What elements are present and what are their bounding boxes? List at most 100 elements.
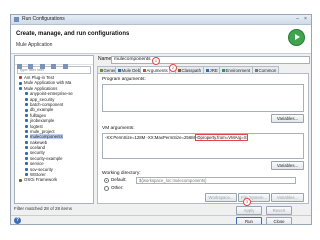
config-tree-panel: type filter text Ant Plug-in Test Mule Ap…	[14, 55, 94, 204]
close-button[interactable]: Close	[266, 217, 292, 224]
launch-config-icon	[19, 81, 22, 85]
title-bar: Run Configurations – ×	[11, 15, 311, 25]
annotation-marker: 1	[152, 57, 160, 65]
duplicate-icon[interactable]	[28, 64, 34, 69]
launch-config-icon	[25, 151, 28, 155]
tree-item-label: mulecomponents	[30, 134, 63, 140]
tree-item-label: oceland	[30, 145, 46, 151]
window-icon	[14, 17, 19, 22]
window-title: Run Configurations	[22, 16, 65, 22]
minimize-icon[interactable]: –	[294, 16, 301, 22]
launch-config-icon	[25, 108, 28, 112]
tree-item-label: fulltagex	[30, 112, 47, 118]
tab-icon	[99, 69, 103, 73]
run-button[interactable]: Run	[236, 217, 262, 224]
config-tree: Ant Plug-in Test Mule Application with Ma…	[15, 75, 93, 183]
launch-config-icon	[25, 162, 28, 166]
collapse-all-icon[interactable]	[51, 64, 57, 69]
revert-button[interactable]: Revert	[266, 206, 292, 215]
tree-item-label: security-example	[30, 155, 63, 161]
tab-icon	[117, 69, 121, 73]
working-dir-variables-button[interactable]: Variables...	[271, 193, 304, 202]
launch-config-icon	[25, 92, 28, 96]
run-configurations-dialog: Run Configurations – × Create, manage, a…	[10, 14, 312, 225]
launch-config-icon	[19, 76, 22, 80]
launch-config-icon	[25, 146, 28, 150]
program-args-textarea[interactable]	[102, 84, 304, 112]
annotation-marker: 2	[169, 64, 177, 72]
header-title: Create, manage, and run configurations	[16, 31, 130, 37]
tree-item-label: service	[30, 161, 44, 167]
tree-item-label: OSGi Framework	[24, 177, 58, 183]
tree-item-label: Ant Plug-in Test	[24, 75, 55, 80]
tab-classpath[interactable]: Classpath	[175, 66, 204, 73]
tree-item-label: Mule Application with Ma	[24, 80, 72, 86]
new-config-icon[interactable]	[17, 64, 22, 69]
default-dir-field: ${workspace_loc:mulecomponents}	[136, 177, 296, 184]
launch-config-icon	[25, 130, 28, 134]
program-args-label: Program arguments:	[102, 77, 146, 82]
tab-icon	[205, 69, 209, 73]
vm-variables-button[interactable]: Variables...	[271, 161, 304, 170]
name-input[interactable]: mulecomponents	[111, 56, 310, 64]
tree-item-label: batch-component	[30, 101, 64, 107]
tree-item-label: jirobexample	[30, 118, 55, 124]
config-tabs: General Mule Debugger Arguments Classpath JR…	[97, 66, 309, 74]
arguments-panel: Program arguments: Variables... VM argum…	[97, 73, 309, 204]
tab-common[interactable]: Common	[252, 66, 279, 73]
delete-icon[interactable]	[39, 64, 45, 69]
config-editor: Name: mulecomponents General Mule Debugge…	[97, 55, 310, 204]
launch-config-icon	[25, 140, 28, 144]
annotation-marker: 3	[243, 198, 251, 206]
filter-icon[interactable]	[62, 64, 68, 69]
default-label: Default:	[111, 177, 127, 182]
launch-config-icon	[25, 113, 28, 117]
tab-jre[interactable]: JRE	[203, 66, 221, 73]
launch-config-icon	[25, 103, 28, 107]
tab-icon	[221, 69, 225, 73]
vm-args-textarea[interactable]: -XX:PermSize=128M -XX:MaxPermSize=256M -…	[102, 133, 304, 159]
header-subtitle: Mule Application	[16, 42, 53, 48]
default-radio[interactable]	[104, 178, 109, 183]
tree-item-label: logtest	[30, 123, 43, 129]
other-radio[interactable]	[104, 186, 109, 191]
tree-item-label: db_example	[30, 107, 54, 113]
tree-item-label: security	[30, 150, 45, 156]
tree-item-label: nakeweb	[30, 139, 48, 145]
name-row: Name: mulecomponents	[97, 56, 310, 64]
vm-args-text: -XX:PermSize=128M -XX:MaxPermSize=256M	[105, 135, 195, 140]
launch-config-icon	[25, 119, 28, 123]
apply-button[interactable]: Apply	[236, 206, 262, 215]
tree-item-label: app_security	[30, 96, 55, 102]
vm-args-highlight: -Dproperty.from=VMArg=S	[195, 134, 248, 141]
launch-config-icon	[25, 167, 28, 171]
launch-config-icon	[25, 135, 28, 139]
launch-config-icon	[25, 97, 28, 101]
tree-item-label: Mule Applications	[24, 85, 58, 91]
run-banner-icon	[288, 29, 305, 46]
dialog-header: Create, manage, and run configurations M…	[11, 25, 311, 54]
vm-args-label: VM arguments:	[102, 126, 135, 131]
launch-config-icon	[25, 157, 28, 161]
filter-status: Filter matched 28 of 28 items	[14, 206, 73, 211]
launch-config-icon	[25, 124, 28, 128]
tree-toolbar	[15, 56, 93, 69]
tree-item[interactable]: OSGi Framework	[15, 177, 93, 182]
working-dir-label: Working directory:	[102, 171, 141, 176]
program-variables-button[interactable]: Variables...	[271, 114, 304, 123]
close-icon[interactable]: ×	[302, 16, 309, 22]
launch-config-icon	[19, 86, 22, 90]
other-label: Other:	[111, 185, 124, 190]
launch-config-icon	[19, 178, 22, 182]
tab-icon	[142, 69, 146, 73]
tab-environment[interactable]: Environment	[219, 66, 253, 73]
tree-item-label: sov-security	[30, 166, 53, 172]
tab-icon	[177, 69, 181, 73]
tree-item-label: WStorer	[30, 172, 46, 178]
help-icon[interactable]: ?	[14, 217, 21, 224]
tree-item-label: mule_project	[30, 128, 55, 134]
tree-item-label: anypoint-enterprise-se	[30, 91, 73, 97]
launch-config-icon	[25, 173, 28, 177]
workspace-button[interactable]: Workspace...	[205, 193, 237, 202]
dialog-footer: ? Run Close	[11, 215, 311, 224]
